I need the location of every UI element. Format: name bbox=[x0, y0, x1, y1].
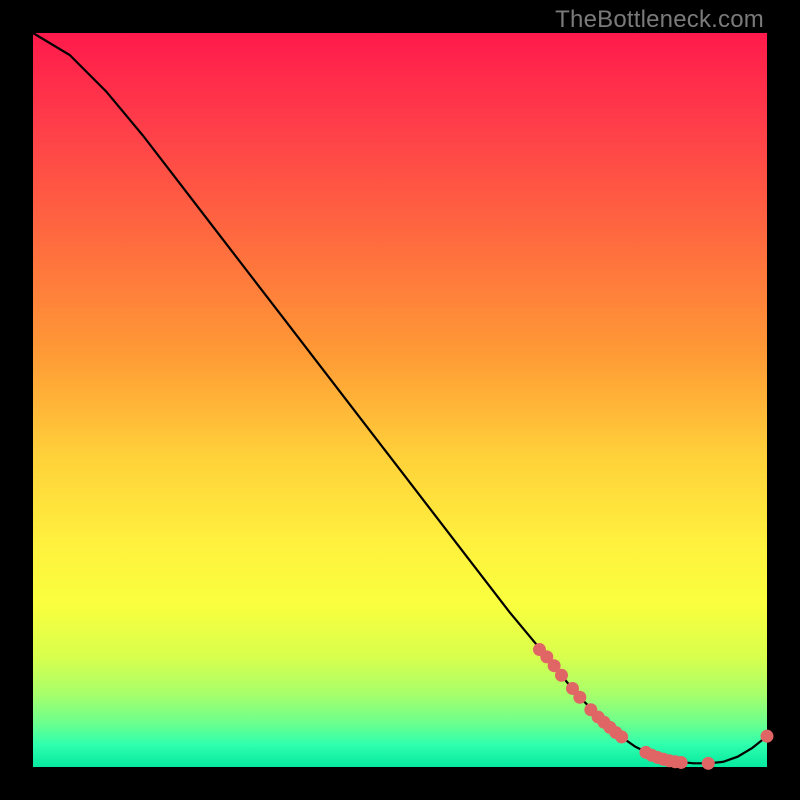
attribution-label: TheBottleneck.com bbox=[555, 6, 764, 34]
data-marker bbox=[555, 669, 568, 682]
data-marker bbox=[761, 730, 774, 743]
chart-svg bbox=[33, 33, 767, 767]
curve-markers bbox=[533, 643, 774, 770]
data-marker bbox=[615, 730, 628, 743]
data-marker bbox=[675, 756, 688, 769]
chart-canvas: TheBottleneck.com bbox=[0, 0, 800, 800]
data-marker bbox=[702, 757, 715, 770]
data-marker bbox=[573, 691, 586, 704]
bottleneck-curve bbox=[33, 33, 767, 763]
